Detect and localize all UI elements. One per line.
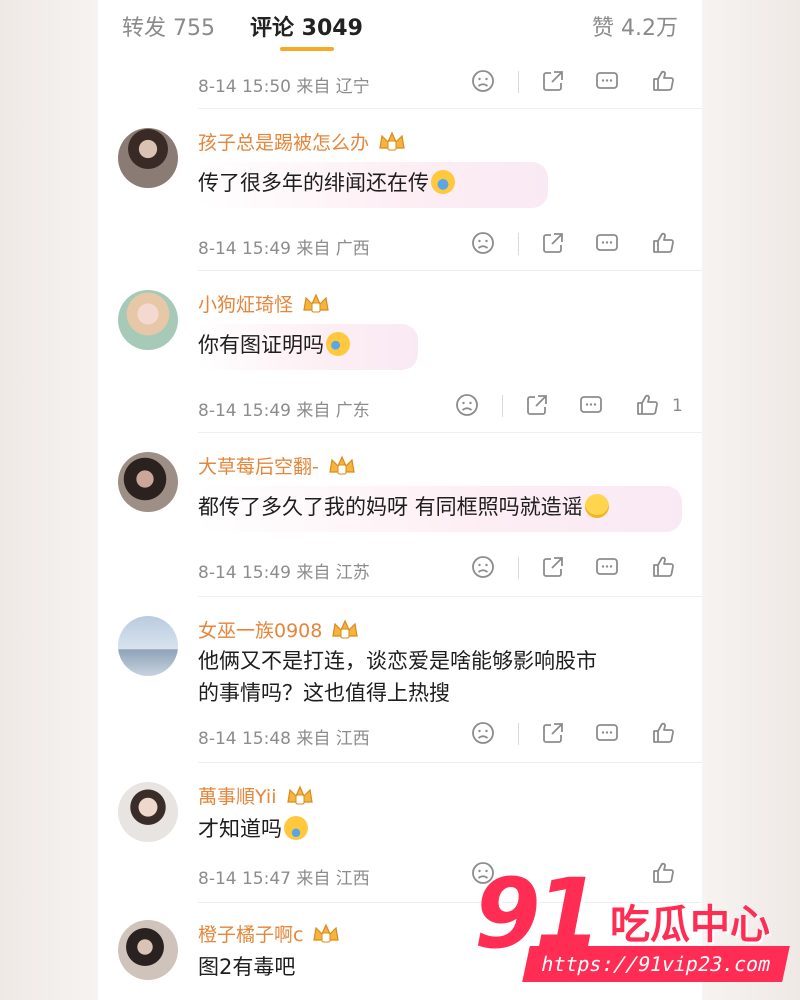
divider [518,233,519,255]
row-divider [198,108,702,109]
comment-text: 图2有毒吧 [198,955,296,979]
avatar[interactable] [118,782,178,842]
crown-badge-icon [332,619,359,639]
crown-badge-icon [329,455,355,475]
username[interactable]: 橙子橘子啊c [198,920,341,947]
comment-text: 都传了多久了我的妈呀 有同框照吗就造谣 [198,490,609,524]
comment-icon[interactable] [594,230,622,258]
comment-meta: 8-14 15:48 来自 江西 [198,729,370,749]
comment-meta-row: 8-14 15:49 来自 广西 [198,230,688,260]
username[interactable]: 萬事順Yii [198,782,315,809]
comment-meta: 8-14 15:49 来自 广西 [198,239,370,259]
laughing-rolling-emoji-icon [326,332,350,356]
dislike-icon[interactable] [470,230,498,258]
share-icon[interactable] [540,554,568,582]
avatar[interactable] [118,920,178,980]
share-icon[interactable] [540,720,568,748]
comment-text: 传了很多年的绯闻还在传 [198,166,455,200]
dislike-icon[interactable] [454,392,482,420]
crown-badge-icon [286,785,313,805]
comment-icon[interactable] [594,720,622,748]
comment-meta-row: 8-14 15:49 来自 广东 1 [198,392,688,422]
comment-text: 你有图证明吗 [198,328,350,362]
comment-meta: 8-14 15:49 来自 江苏 [198,563,370,583]
comment-icon[interactable] [594,554,622,582]
username[interactable]: 小狗炡琦怪 [198,290,331,317]
row-divider [198,596,702,597]
avatar[interactable] [118,616,178,676]
tab-bar: 转发 755 评论 3049 赞 4.2万 [98,0,702,58]
share-icon[interactable] [540,230,568,258]
like-count: 1 [672,396,683,416]
tab-comment[interactable]: 评论 3049 [250,10,363,42]
username[interactable]: 女巫一族0908 [198,616,360,643]
watermark-logo: 91 吃瓜中心 https://91vip23.com [470,858,790,988]
row-divider [198,270,702,271]
share-icon[interactable] [540,68,568,96]
comment-meta-row: 8-14 15:49 来自 江苏 [198,554,688,584]
laughing-crying-emoji-icon [431,170,455,194]
avatar[interactable] [118,128,178,188]
dislike-icon[interactable] [470,68,498,96]
comment-icon[interactable] [594,68,622,96]
tab-repost[interactable]: 转发 755 [122,10,215,42]
like-icon[interactable] [650,230,678,258]
crown-badge-icon [313,923,340,943]
active-tab-indicator [280,47,334,51]
crown-badge-icon [303,293,329,313]
divider [502,395,503,417]
comment-meta-row: 8-14 15:48 来自 江西 [198,720,688,750]
like-icon[interactable] [650,720,678,748]
comment-meta: 8-14 15:47 来自 江西 [198,869,370,889]
avatar[interactable] [118,452,178,512]
divider [518,71,519,93]
row-divider [198,762,702,763]
dislike-icon[interactable] [470,554,498,582]
tab-like[interactable]: 赞 4.2万 [592,10,678,42]
dislike-icon[interactable] [470,720,498,748]
comment-meta: 8-14 15:50 来自 辽宁 [198,77,370,97]
share-icon[interactable] [524,392,552,420]
avatar[interactable] [118,290,178,350]
comment-meta: 8-14 15:49 来自 广东 [198,401,370,421]
comment-icon[interactable] [578,392,606,420]
smile-emoji-icon [584,494,609,518]
username[interactable]: 孩子总是踢被怎么办 [198,128,407,155]
divider [518,723,519,745]
like-icon[interactable] [634,392,662,420]
watermark-name: 吃瓜中心 [610,902,770,948]
row-divider [198,432,702,433]
crown-badge-icon [379,131,405,151]
divider [518,557,519,579]
watermark-url: https://91vip23.com [522,946,790,982]
comment-text-line: 的事情吗？这也值得上热搜 [198,681,450,705]
like-icon[interactable] [650,68,678,96]
comment-text-line: 他俩又不是打连，谈恋爱是啥能够影响股市 [198,649,597,673]
username[interactable]: 大草莓后空翻- [198,452,357,479]
comment-text: 才知道吗 [198,812,308,846]
crying-emoji-icon [284,816,308,840]
like-icon[interactable] [650,554,678,582]
comment-meta-row: 8-14 15:50 来自 辽宁 [198,68,688,98]
comment-panel: 转发 755 评论 3049 赞 4.2万 8-14 15:50 来自 辽宁 孩… [98,0,702,1000]
